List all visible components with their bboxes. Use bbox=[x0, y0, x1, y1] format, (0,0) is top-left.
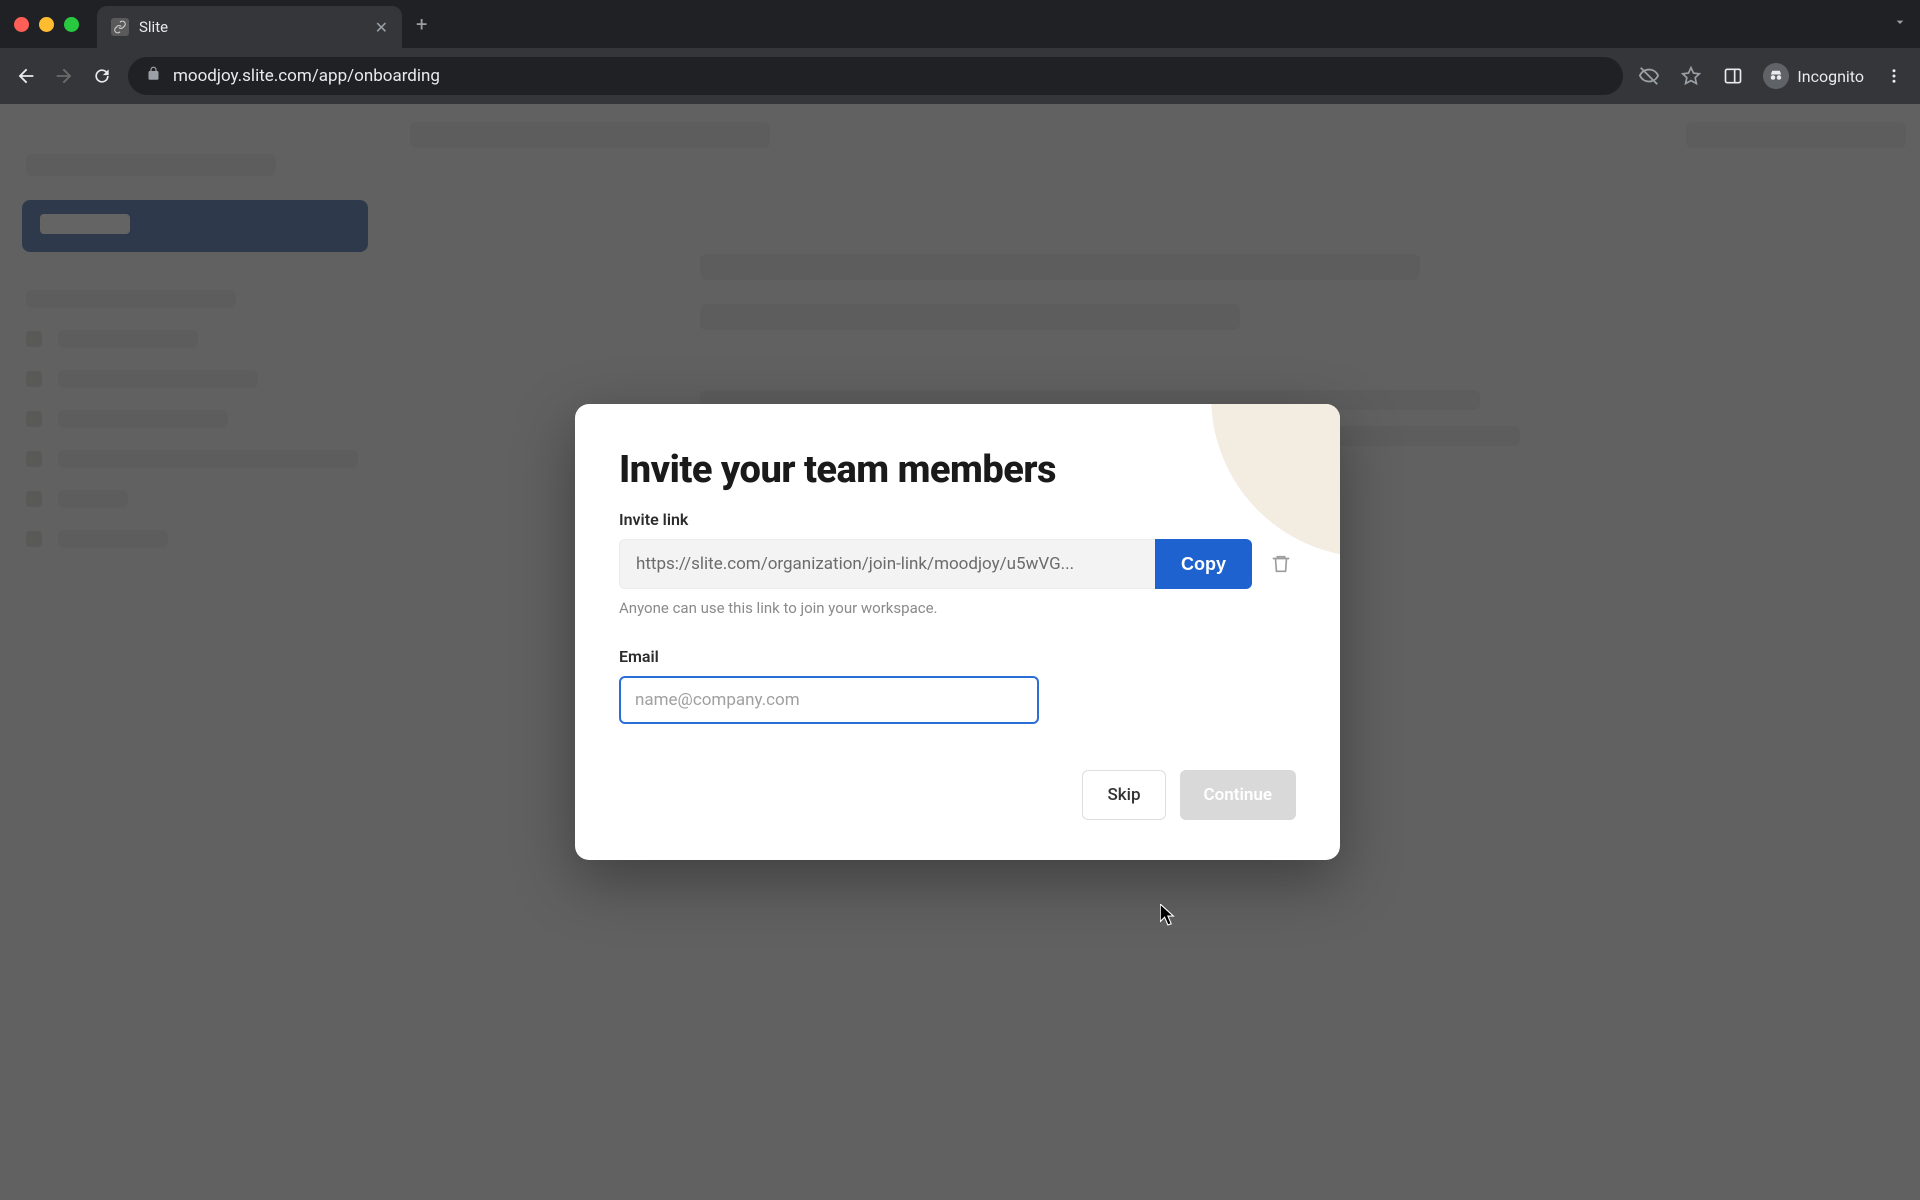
copy-button[interactable]: Copy bbox=[1155, 539, 1252, 589]
app-viewport: Invite your team members Invite link htt… bbox=[0, 104, 1920, 1200]
back-button[interactable] bbox=[14, 64, 38, 88]
invite-team-modal: Invite your team members Invite link htt… bbox=[575, 404, 1340, 860]
email-input[interactable] bbox=[619, 676, 1039, 724]
invite-link-hint: Anyone can use this link to join your wo… bbox=[619, 599, 1296, 617]
close-tab-icon[interactable]: ✕ bbox=[375, 18, 388, 37]
url-text: moodjoy.slite.com/app/onboarding bbox=[173, 66, 440, 86]
continue-button[interactable]: Continue bbox=[1180, 770, 1297, 820]
address-bar: moodjoy.slite.com/app/onboarding Incogni… bbox=[0, 48, 1920, 104]
cursor-icon bbox=[1160, 904, 1178, 930]
tracking-icon[interactable] bbox=[1637, 64, 1661, 88]
new-tab-button[interactable]: + bbox=[416, 12, 427, 36]
browser-chrome: Slite ✕ + moodjoy.slite.com/app/onboardi… bbox=[0, 0, 1920, 104]
maximize-window-button[interactable] bbox=[64, 17, 79, 32]
email-label: Email bbox=[619, 647, 1296, 666]
delete-link-icon[interactable] bbox=[1266, 553, 1296, 575]
tabs-overflow-icon[interactable] bbox=[1892, 14, 1908, 34]
bookmark-icon[interactable] bbox=[1679, 64, 1703, 88]
forward-button[interactable] bbox=[52, 64, 76, 88]
browser-tab[interactable]: Slite ✕ bbox=[97, 6, 402, 48]
invite-link-field: https://slite.com/organization/join-link… bbox=[619, 539, 1252, 589]
incognito-badge[interactable]: Incognito bbox=[1763, 63, 1864, 89]
invite-link-value[interactable]: https://slite.com/organization/join-link… bbox=[619, 539, 1155, 589]
incognito-label: Incognito bbox=[1797, 67, 1864, 86]
lock-icon bbox=[146, 66, 161, 86]
minimize-window-button[interactable] bbox=[39, 17, 54, 32]
tab-favicon-icon bbox=[111, 18, 129, 36]
tab-bar: Slite ✕ + bbox=[0, 0, 1920, 48]
reload-button[interactable] bbox=[90, 64, 114, 88]
menu-icon[interactable] bbox=[1882, 64, 1906, 88]
invite-link-label: Invite link bbox=[619, 510, 1296, 529]
window-controls bbox=[14, 17, 79, 32]
tab-title: Slite bbox=[139, 18, 365, 36]
close-window-button[interactable] bbox=[14, 17, 29, 32]
skip-button[interactable]: Skip bbox=[1082, 770, 1165, 820]
modal-title: Invite your team members bbox=[619, 448, 1296, 492]
url-field[interactable]: moodjoy.slite.com/app/onboarding bbox=[128, 57, 1623, 95]
incognito-icon bbox=[1763, 63, 1789, 89]
sidepanel-icon[interactable] bbox=[1721, 64, 1745, 88]
